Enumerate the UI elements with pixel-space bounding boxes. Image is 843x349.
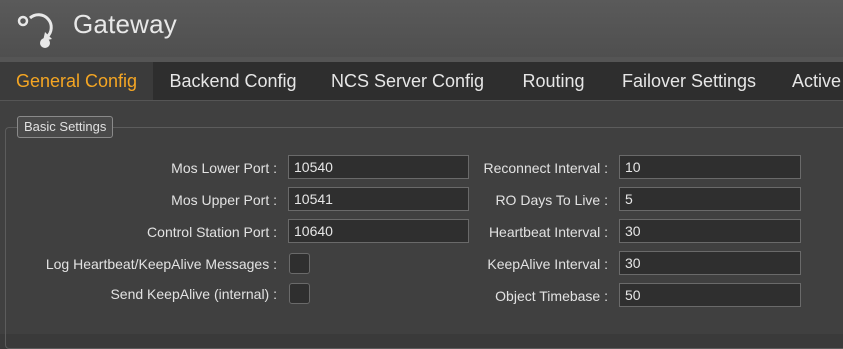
tab-bar: General Config Backend Config NCS Server… [0,62,843,101]
send-keepalive-label: Send KeepAlive (internal) : [110,286,277,302]
ro-days-to-live-label: RO Days To Live : [495,192,608,208]
tab-active[interactable]: Active [773,62,843,100]
app-title: Gateway [73,9,178,39]
ro-days-to-live-input[interactable]: 5 [619,187,801,211]
log-heartbeat-label: Log Heartbeat/KeepAlive Messages : [45,256,277,272]
control-station-port-input[interactable]: 10640 [288,219,469,243]
object-timebase-input[interactable]: 50 [619,283,801,307]
object-timebase-label: Object Timebase : [495,288,608,304]
keepalive-interval-label: KeepAlive Interval : [487,256,608,272]
tab-ncs-server-config[interactable]: NCS Server Config [313,62,502,100]
heartbeat-interval-label: Heartbeat Interval : [488,224,608,240]
reconnect-interval-input[interactable]: 10 [619,155,801,179]
basic-settings-title: Basic Settings [17,116,114,138]
gateway-logo-icon [17,13,53,48]
send-keepalive-checkbox[interactable] [289,283,310,304]
control-station-port-label: Control Station Port : [147,224,277,240]
tab-backend-config[interactable]: Backend Config [153,62,313,100]
tab-routing[interactable]: Routing [502,62,605,100]
tab-general-config[interactable]: General Config [0,62,153,100]
mos-upper-port-input[interactable]: 10541 [288,187,469,211]
keepalive-interval-input[interactable]: 30 [619,251,801,275]
mos-upper-port-label: Mos Upper Port : [171,192,277,208]
log-heartbeat-checkbox[interactable] [289,253,310,274]
tab-failover-settings[interactable]: Failover Settings [605,62,773,100]
mos-lower-port-label: Mos Lower Port : [171,160,277,176]
app-header: Gateway [0,0,843,57]
mos-lower-port-input[interactable]: 10540 [288,155,469,179]
heartbeat-interval-input[interactable]: 30 [619,219,801,243]
reconnect-interval-label: Reconnect Interval : [483,160,608,176]
